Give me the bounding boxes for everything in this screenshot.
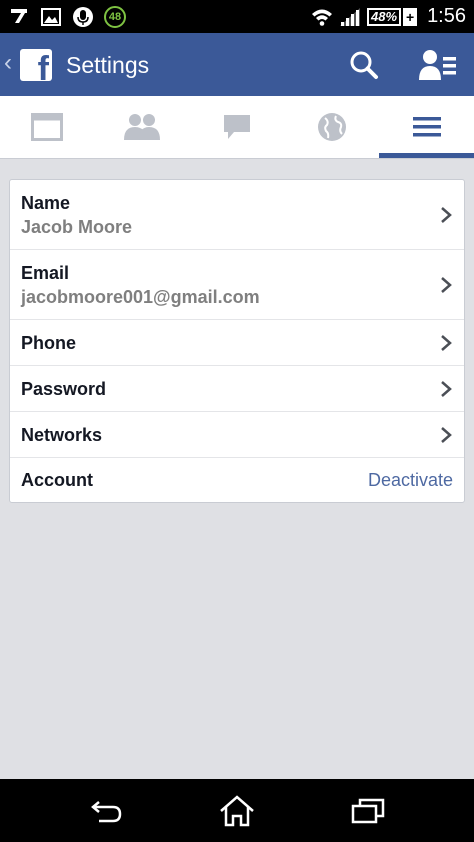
row-label: Password bbox=[21, 379, 107, 399]
status-bar: 48 48% + 1:56 bbox=[0, 0, 474, 33]
wifi-icon bbox=[311, 6, 333, 28]
battery-percent: 48% bbox=[367, 7, 402, 26]
system-nav-bar bbox=[0, 779, 474, 842]
back-arrow-icon bbox=[91, 801, 122, 823]
row-label: Account bbox=[21, 470, 93, 490]
home-icon bbox=[220, 795, 254, 827]
news-feed-icon bbox=[31, 113, 64, 141]
messages-icon bbox=[223, 115, 250, 139]
home-button[interactable] bbox=[217, 794, 257, 828]
image-notification-icon bbox=[40, 6, 62, 28]
deactivate-link[interactable]: Deactivate bbox=[368, 469, 453, 491]
row-label: Email bbox=[21, 263, 70, 283]
tab-bar bbox=[0, 96, 474, 159]
microphone-icon bbox=[72, 6, 94, 28]
row-label: Networks bbox=[21, 425, 103, 445]
recent-apps-button[interactable] bbox=[348, 794, 388, 828]
app-notification-icon bbox=[8, 6, 30, 28]
tab-notifications[interactable] bbox=[284, 96, 379, 158]
battery-indicator: 48% + bbox=[367, 7, 418, 26]
page-title: Settings bbox=[66, 52, 150, 78]
row-value: Jacob Moore bbox=[21, 217, 133, 237]
menu-icon bbox=[412, 117, 441, 137]
back-chevron-icon[interactable]: ‹ bbox=[4, 51, 12, 75]
action-bar: ‹ f Settings bbox=[0, 33, 474, 96]
settings-row-password[interactable]: Password bbox=[10, 366, 464, 412]
chevron-right-icon bbox=[441, 335, 452, 351]
chevron-right-icon bbox=[441, 207, 452, 223]
facebook-logo[interactable]: f bbox=[20, 49, 52, 81]
status-bar-notifications: 48 bbox=[8, 4, 126, 29]
settings-row-account: Account Deactivate bbox=[10, 458, 464, 502]
facebook-logo-letter: f bbox=[37, 50, 49, 81]
settings-row-networks[interactable]: Networks bbox=[10, 412, 464, 458]
row-label: Phone bbox=[21, 333, 77, 353]
friends-icon bbox=[124, 114, 161, 140]
notifications-globe-icon bbox=[317, 113, 346, 141]
tab-messages[interactable] bbox=[190, 96, 285, 158]
chevron-right-icon bbox=[441, 381, 452, 397]
settings-row-name[interactable]: Name Jacob Moore bbox=[10, 180, 464, 250]
tab-news-feed[interactable] bbox=[0, 96, 95, 158]
tab-friends[interactable] bbox=[95, 96, 190, 158]
row-value: jacobmoore001@gmail.com bbox=[21, 287, 260, 307]
search-icon[interactable] bbox=[349, 50, 379, 80]
settings-row-email[interactable]: Email jacobmoore001@gmail.com bbox=[10, 250, 464, 320]
friend-requests-icon[interactable] bbox=[419, 49, 457, 81]
chevron-right-icon bbox=[441, 277, 452, 293]
charging-icon: + bbox=[403, 7, 418, 26]
signal-icon bbox=[339, 6, 361, 28]
status-bar-system: 48% + 1:56 bbox=[311, 4, 466, 29]
settings-card: Name Jacob Moore Email jacobmoore001@gma… bbox=[9, 179, 465, 503]
settings-row-phone[interactable]: Phone bbox=[10, 320, 464, 366]
chevron-right-icon bbox=[441, 427, 452, 443]
row-label: Name bbox=[21, 193, 71, 213]
tab-menu[interactable] bbox=[379, 96, 474, 158]
recent-apps-icon bbox=[351, 798, 385, 824]
notification-count-badge: 48 bbox=[104, 5, 126, 28]
clock: 1:56 bbox=[427, 5, 466, 27]
back-button[interactable] bbox=[86, 794, 126, 828]
